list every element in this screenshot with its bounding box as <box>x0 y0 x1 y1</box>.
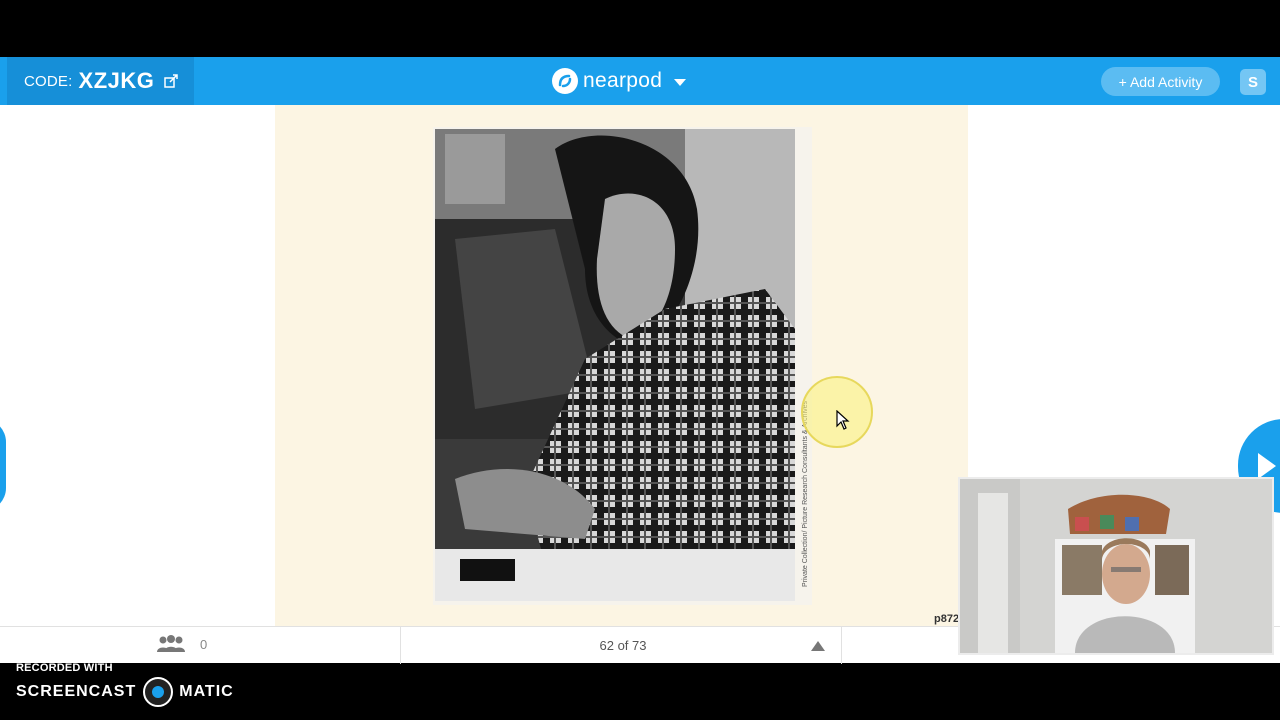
caret-up-icon[interactable] <box>811 641 825 651</box>
footer-divider <box>400 627 401 664</box>
footer-divider <box>841 627 842 664</box>
slide-photo <box>435 129 795 601</box>
previous-slide-button[interactable] <box>0 419 6 511</box>
slide: Private Collection/ Picture Research Con… <box>275 105 968 626</box>
nearpod-brand-menu[interactable]: nearpod <box>552 68 687 94</box>
screen: CODE: XZJKG nearpod + Add Activity S Pri… <box>0 0 1280 720</box>
brand-name: nearpod <box>583 69 663 92</box>
code-value: XZJKG <box>78 68 155 93</box>
user-avatar[interactable]: S <box>1240 69 1266 95</box>
page-reference: p872 <box>934 613 960 625</box>
mouse-cursor-icon <box>836 410 850 430</box>
photo-frame: Private Collection/ Picture Research Con… <box>433 127 812 605</box>
screencast-brand-right: MATIC <box>179 683 234 700</box>
webcam-overlay <box>958 477 1274 655</box>
recorded-with-label: RECORDED WITH <box>16 662 113 674</box>
screencast-brand-left: SCREENCAST <box>16 683 137 700</box>
students-icon <box>157 635 185 652</box>
screencast-watermark: SCREENCAST MATIC <box>16 677 234 707</box>
add-activity-button[interactable]: + Add Activity <box>1101 67 1220 96</box>
students-counter[interactable]: 0 <box>156 635 207 653</box>
screencast-logo-icon <box>143 677 174 707</box>
play-icon <box>1258 453 1276 479</box>
top-bar: CODE: XZJKG nearpod + Add Activity S <box>0 57 1280 105</box>
session-code-box[interactable]: CODE: XZJKG <box>7 57 194 105</box>
code-label: CODE: <box>24 72 73 90</box>
dropdown-caret-icon[interactable] <box>674 79 687 86</box>
student-count: 0 <box>200 636 208 652</box>
nearpod-logo-icon <box>552 68 578 94</box>
share-icon[interactable] <box>164 74 179 88</box>
slide-position: 62 of 73 <box>599 638 647 653</box>
